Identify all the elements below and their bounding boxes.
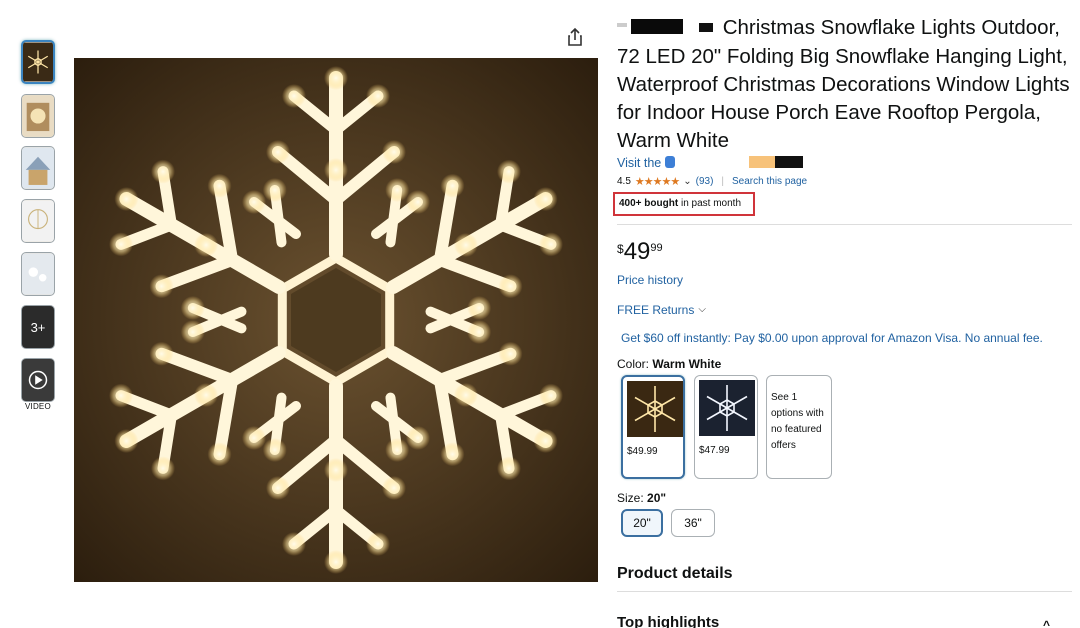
bought-count: 400+ bought: [619, 197, 679, 209]
thumbnail-video[interactable]: [21, 358, 55, 402]
share-icon[interactable]: [564, 26, 586, 48]
rating-line: 4.5 ★★★★★ ⌄ (93) | Search this page: [617, 175, 1072, 188]
free-returns-link[interactable]: FREE Returns ⌵: [617, 303, 1072, 317]
star-rating-icon[interactable]: ★★★★★: [635, 175, 680, 188]
chevron-down-icon: ⌵: [698, 304, 706, 316]
bought-period: in past month: [680, 197, 742, 209]
divider: [617, 223, 1072, 225]
see-options-swatch[interactable]: See 1 options with no featured offers: [766, 374, 832, 479]
review-count[interactable]: (93): [696, 176, 714, 187]
color-selector-label: Color: Warm White: [617, 356, 722, 371]
price: $ 49 99: [617, 237, 1072, 265]
swatch-warm-white[interactable]: $49.99: [621, 374, 685, 479]
thumbnail-image-1[interactable]: [21, 40, 55, 84]
thumbnail-image-4[interactable]: [21, 199, 55, 243]
promo-offer[interactable]: Get $60 off instantly: Pay $0.00 upon ap…: [617, 331, 1072, 345]
video-label: VIDEO: [25, 402, 51, 411]
selected-size: 20": [647, 490, 667, 505]
store-link-line[interactable]: Visit the: [617, 155, 1072, 173]
color-swatches: $49.99 $47.99 See 1 options with no feat…: [617, 374, 1072, 485]
product-title: Christmas Snowflake Lights Outdoor, 72 L…: [617, 15, 1070, 152]
selected-color: Warm White: [652, 356, 722, 371]
store-link[interactable]: Visit the: [617, 156, 661, 170]
size-selector-label: Size: 20": [617, 490, 667, 505]
main-product-image[interactable]: [74, 58, 598, 582]
play-icon: [22, 359, 54, 401]
chevron-up-icon[interactable]: ^: [1043, 618, 1050, 628]
divider: |: [721, 175, 725, 187]
top-highlights-heading[interactable]: Top highlights ^: [617, 614, 1072, 628]
price-symbol: $: [617, 241, 624, 256]
snowflake-light-image: [74, 58, 598, 582]
size-options: 20" 36": [617, 508, 1072, 543]
swatch-price: $47.99: [699, 444, 730, 456]
swatch-price: $49.99: [627, 445, 658, 457]
price-whole: 49: [623, 237, 651, 265]
product-detail-panel: Christmas Snowflake Lights Outdoor, 72 L…: [613, 14, 1072, 628]
swatch-cool-white-image: [699, 379, 755, 436]
price-fraction: 99: [650, 241, 663, 254]
search-page-link[interactable]: Search this page: [732, 176, 807, 187]
thumbnail-more[interactable]: 3+: [21, 305, 55, 349]
rating-value: 4.5: [617, 175, 631, 187]
swatch-warm-white-image: [627, 380, 683, 437]
size-option-20[interactable]: 20": [621, 508, 663, 537]
thumbnail-image-5[interactable]: [21, 252, 55, 296]
thumbnail-image-3[interactable]: [21, 146, 55, 190]
free-returns-label: FREE Returns: [617, 302, 695, 317]
redacted-store-name: [664, 155, 803, 168]
swatch-cool-white[interactable]: $47.99: [694, 374, 758, 479]
price-history-link[interactable]: Price history: [617, 273, 1072, 287]
see-options-text: See 1 options with no featured offers: [771, 391, 824, 451]
divider: [617, 590, 1072, 592]
thumbnail-image-2[interactable]: [21, 94, 55, 138]
bought-past-month-badge: 400+ bought in past month: [613, 191, 756, 216]
thumbnail-more-count: 3+: [30, 319, 46, 335]
size-option-36[interactable]: 36": [671, 508, 715, 537]
chevron-down-icon[interactable]: ⌄: [683, 176, 691, 187]
redacted-brand: [617, 15, 717, 43]
product-details-heading: Product details: [617, 564, 733, 582]
